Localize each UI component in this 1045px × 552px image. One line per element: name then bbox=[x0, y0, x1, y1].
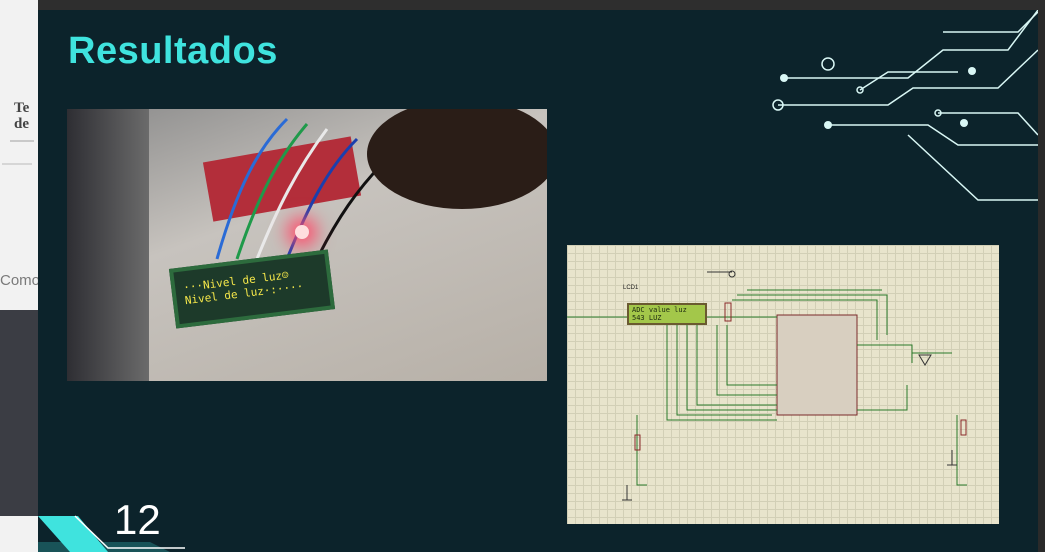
circuit-photo: ···Nivel de luz☺ Nivel de luz·:···· bbox=[67, 109, 547, 381]
window-top-bar bbox=[0, 0, 1045, 10]
led-light bbox=[295, 225, 309, 239]
proteus-schematic: LCD1 ADC value luz 543 LUZ bbox=[567, 245, 999, 524]
background-document-panel bbox=[0, 310, 38, 516]
bottom-corner-decoration bbox=[38, 515, 185, 552]
schematic-lcd-line-1: ADC value luz bbox=[632, 306, 687, 314]
background-document: Te de Como bbox=[0, 0, 41, 552]
schematic-lcd-display: ADC value luz 543 LUZ bbox=[627, 303, 707, 325]
background-document-divider bbox=[2, 163, 32, 165]
schematic-lcd-line-2: 543 LUZ bbox=[632, 314, 662, 322]
jumper-wires bbox=[215, 117, 389, 260]
background-document-text: Como bbox=[0, 272, 41, 289]
photo-lcd-display: ···Nivel de luz☺ Nivel de luz·:···· bbox=[168, 249, 336, 329]
slide-title: Resultados bbox=[68, 30, 278, 72]
schematic-lcd-label: LCD1 bbox=[623, 285, 639, 291]
presentation-slide: Resultados ···Nivel de luz☺ Nivel de luz… bbox=[38, 10, 1038, 552]
background-document-divider bbox=[10, 140, 34, 142]
circuit-lines-decoration bbox=[772, 10, 1038, 201]
